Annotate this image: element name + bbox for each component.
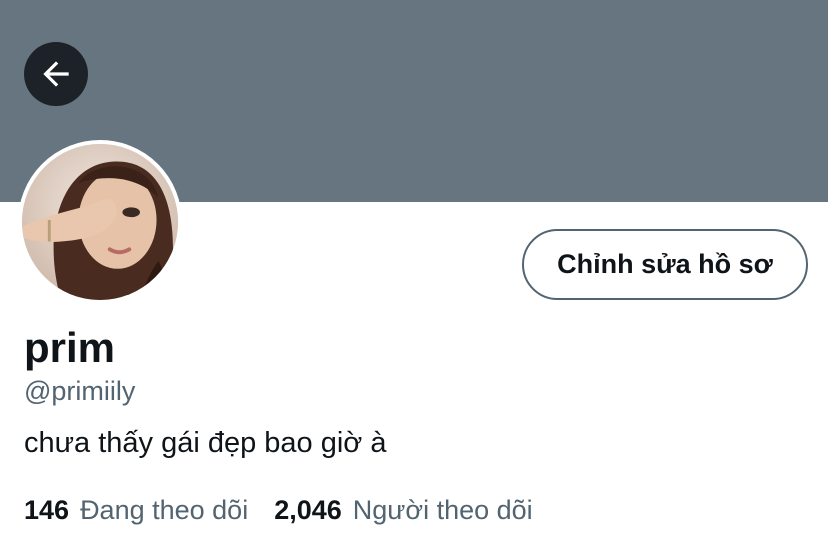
followers-label: Người theo dõi	[352, 495, 533, 525]
display-name: prim	[24, 324, 116, 371]
edit-profile-button[interactable]: Chỉnh sửa hồ sơ	[522, 229, 808, 300]
following-label: Đang theo dõi	[80, 495, 249, 525]
following-count: 146	[24, 495, 70, 525]
avatar-image	[22, 144, 178, 300]
back-button[interactable]	[24, 42, 88, 106]
arrow-left-icon	[43, 61, 69, 87]
following-link[interactable]: 146 Đang theo dõi	[24, 492, 248, 528]
follow-stats: 146 Đang theo dõi 2,046 Người theo dõi	[24, 492, 533, 528]
user-handle: @primiily	[24, 376, 136, 406]
followers-count: 2,046	[274, 495, 342, 525]
bio-text: chưa thấy gái đẹp bao giờ à	[24, 427, 387, 459]
profile-page: Chỉnh sửa hồ sơ prim @primiily chưa thấy…	[0, 0, 828, 553]
followers-link[interactable]: 2,046 Người theo dõi	[274, 492, 532, 528]
avatar[interactable]	[18, 140, 182, 304]
